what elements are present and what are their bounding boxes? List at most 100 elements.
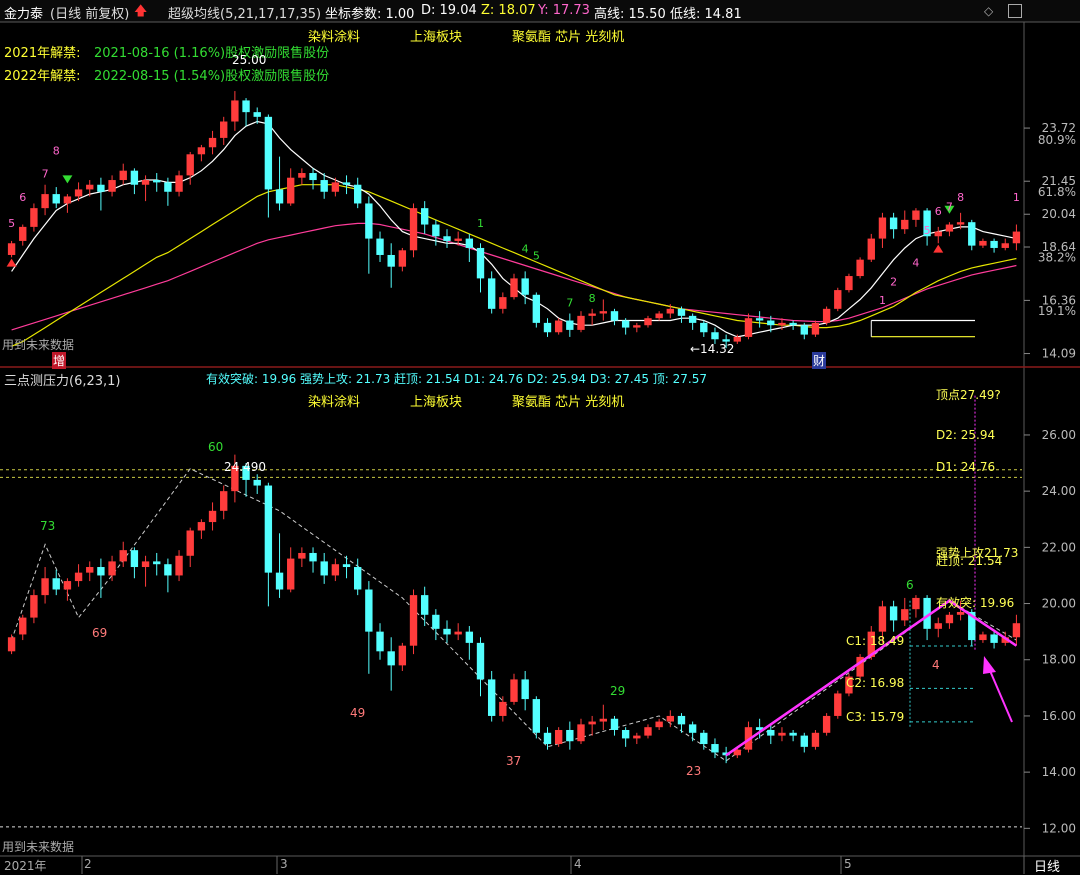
lower-y-tick-label: 20.00 [1042,597,1076,611]
concept-shanghai[interactable]: 上海板块 [410,26,462,45]
upper-candle-body [1012,231,1021,244]
stock-name[interactable]: 金力泰 [4,3,43,22]
lower-indicator-title[interactable]: 三点测压力(6,23,1) [4,370,121,389]
upper-candle-body [956,222,965,225]
lower-candle-body [287,558,295,590]
upper-candle-body [420,208,429,225]
lower-candle-body [365,589,373,632]
price-mode[interactable]: (日线 前复权) [50,3,129,22]
lower-candle-body [86,567,94,573]
concept-shanghai-lower[interactable]: 上海板块 [410,391,462,410]
lower-candle-body [822,715,831,733]
upper-candle-body [655,313,663,319]
upper-candle-body [912,210,920,220]
lower-candle-body [811,732,820,747]
sequence-count-label: 4 [912,257,919,270]
lower-candle-body [778,732,786,736]
concept-tech-lower[interactable]: 聚氨酯 芯片 光刻机 [512,391,624,410]
upper-candle-body [677,308,686,316]
marker-finance[interactable]: 财 [812,352,827,369]
x-month-4: 4 [574,857,582,871]
lower-candle-body [476,642,485,680]
indicator-name[interactable]: 超级均线(5,21,17,17,35) [168,3,321,22]
lower-candle-body [97,567,105,576]
upper-candle-body [554,320,563,333]
upper-candle-body [688,315,697,323]
upper-candle-body [499,297,507,309]
sequence-count-label: 1 [879,294,886,307]
lower-candle-body [465,631,474,643]
upper-candle-body [253,112,261,117]
upper-candle-body [108,180,116,192]
upper-candle-body [767,320,775,326]
upper-candle-body [800,325,808,335]
upper-candle-body [878,217,887,239]
upper-candle-body [901,219,909,230]
sequence-count-label: 8 [53,144,60,157]
lower-candle-body [387,651,395,666]
lower-candle-body [677,715,686,725]
sequence-count-label: 7 [946,200,953,213]
peak-price-label: 25.00 [232,53,267,67]
high-line-value: 高线: 15.50 [594,7,666,22]
concept-dye-lower[interactable]: 染料涂料 [308,391,360,410]
sequence-count-label: 5 [533,250,540,263]
upper-candle-body [41,194,49,209]
lower-candle-body [175,555,183,576]
upper-candle-body [208,137,217,148]
lower-candle-body [63,581,72,590]
upper-candle-body [376,238,384,255]
count-6: 6 [906,578,914,592]
marker-increase[interactable]: 增 [52,352,67,369]
upper-candle-body [197,147,206,155]
upper-candle-body [599,311,608,314]
upper-candle-body [52,194,60,204]
lower-candle-body [164,564,172,576]
lower-candle-body [878,606,887,632]
label-effective: 有效突: 19.96 [936,596,1015,610]
lower-candle-body [7,637,16,652]
period-button[interactable]: 日线 [1034,856,1060,875]
label-d3: 顶点27.49? [936,388,1001,402]
lower-candle-body [130,550,139,568]
unlock-2021-text: 2021-08-16 (1.16%)股权激励限售股份 [94,46,330,61]
coord-params: 坐标参数: 1.00 [325,7,415,22]
x-year-label: 2021年 [4,859,47,873]
lower-candle-body [543,732,552,745]
lower-y-tick-label: 14.00 [1042,765,1076,779]
lower-candle-body [599,718,608,722]
x-month-2: 2 [84,857,92,871]
upper-candle-body [543,322,552,333]
pointer-arrow-icon [983,656,996,674]
upper-candle-body [432,224,440,237]
lower-candle-body [30,595,38,618]
sequence-count-label: 6 [935,205,942,218]
pivot-price-label: 24.490 [224,460,266,474]
maximize-icon[interactable] [1008,4,1022,18]
sequence-count-label: 1 [477,217,484,230]
concept-tech[interactable]: 聚氨酯 芯片 光刻机 [512,26,624,45]
lower-candle-body [19,617,27,635]
lower-candle-body [487,679,496,716]
sequence-count-label: 4 [522,243,529,256]
lower-candle-body [499,701,507,716]
upper-candle-body [700,322,708,333]
upper-candle-body [990,240,998,248]
chart-canvas[interactable]: 23.7221.4520.0418.6416.3614.0980.9%61.8%… [0,0,1080,874]
label-c3: C3: 15.79 [846,710,905,724]
unlock-2021-title: 2021年解禁: [4,46,81,61]
lower-candle-body [621,729,630,739]
upper-candle-body [298,173,306,178]
lower-y-tick-label: 26.00 [1042,428,1076,442]
lower-candle-body [554,729,563,745]
upper-candle-body [510,278,518,298]
diamond-icon[interactable]: ◇ [984,4,993,18]
lower-candle-body [767,729,775,736]
upper-pct-tick-label: 19.1% [1038,304,1076,318]
lower-candle-body [610,718,619,730]
lower-y-tick-label: 18.00 [1042,653,1076,667]
upper-candle-body [465,238,474,248]
upper-candle-body [331,182,340,192]
label-d1: D1: 24.76 [936,460,996,474]
upper-candle-body [242,100,250,113]
